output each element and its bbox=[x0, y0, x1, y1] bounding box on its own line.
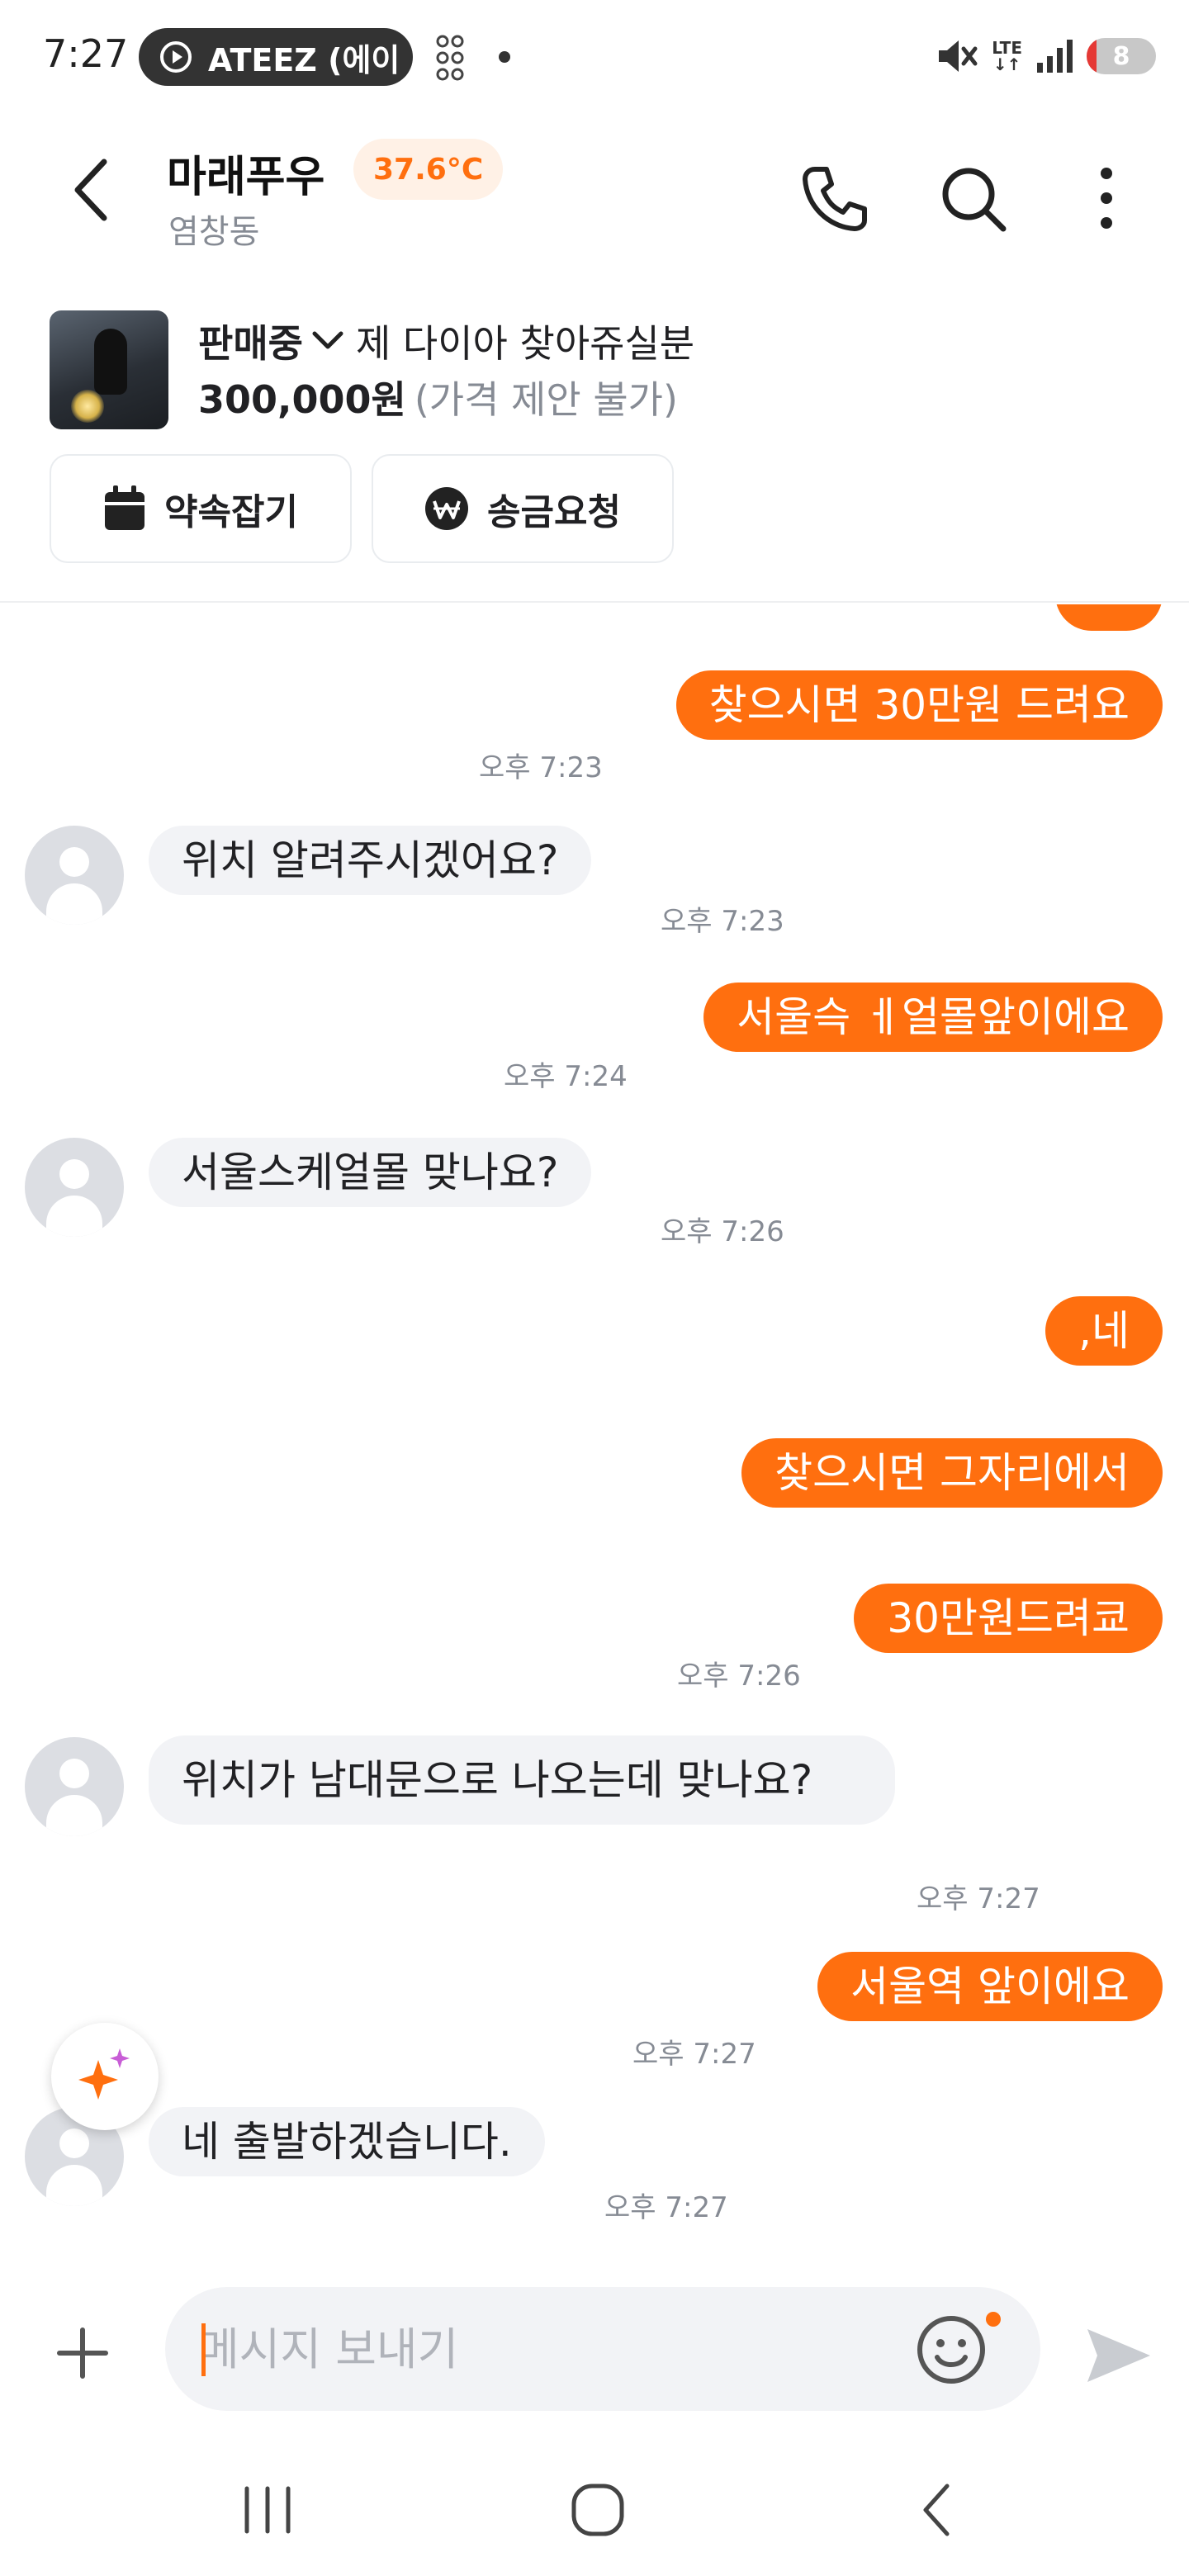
request-payment-button[interactable]: 송금요청 bbox=[372, 454, 674, 563]
more-notifications-dot bbox=[499, 51, 510, 63]
emoji-button[interactable] bbox=[912, 2310, 991, 2389]
message-time: 오후 7:26 bbox=[677, 1660, 801, 1693]
message-bubble-received[interactable]: 위치가 남대문으로 나오는데 맞나요? bbox=[149, 1735, 895, 1825]
send-icon bbox=[1087, 2329, 1150, 2382]
message-list[interactable]: 찾으시면 30만원 드려요 오후 7:23 위치 알려주시겠어요? 오후 7:2… bbox=[0, 604, 1189, 2256]
message-time: 오후 7:27 bbox=[604, 2191, 728, 2224]
send-button[interactable] bbox=[1073, 2310, 1164, 2401]
text-caret bbox=[201, 2323, 206, 2376]
message-time: 오후 7:23 bbox=[661, 905, 784, 938]
back-arrow-icon bbox=[923, 2484, 950, 2536]
message-bubble-sent[interactable]: 찾으시면 30만원 드려요 bbox=[675, 670, 1163, 740]
emoji-icon bbox=[917, 2316, 985, 2384]
more-options-button[interactable] bbox=[1065, 157, 1148, 239]
sparkle-icon bbox=[78, 2048, 130, 2100]
partner-location: 염창동 bbox=[168, 213, 260, 251]
request-payment-label: 송금요청 bbox=[487, 491, 621, 533]
message-input-bar bbox=[0, 2262, 1189, 2427]
recent-apps-button[interactable] bbox=[218, 2469, 317, 2551]
manner-temperature-badge[interactable]: 37.6°C bbox=[353, 139, 504, 200]
status-indicators: LTE ↓↑ 8 bbox=[936, 31, 1156, 81]
message-time: 오후 7:27 bbox=[917, 1882, 1040, 1915]
product-price-row: 300,000원 (가격 제안 불가) bbox=[198, 370, 678, 424]
message-bubble-sent[interactable]: 30만원드려쿄 bbox=[854, 1584, 1163, 1653]
nav-back-button[interactable] bbox=[887, 2469, 986, 2551]
won-icon bbox=[425, 487, 469, 530]
make-appointment-button[interactable]: 약속잡기 bbox=[50, 454, 352, 563]
plus-icon bbox=[57, 2327, 108, 2379]
partner-name: 마래푸우 bbox=[167, 153, 325, 202]
message-bubble-sent[interactable]: 서울슥 ㅔ얼몰앞이에요 bbox=[703, 983, 1163, 1052]
media-title: ATEEZ (에이 bbox=[208, 41, 400, 78]
price-note: (가격 제안 불가) bbox=[414, 377, 678, 422]
message-bubble-received[interactable]: 서울스케얼몰 맞나요? bbox=[149, 1138, 592, 1207]
partner-avatar[interactable] bbox=[25, 826, 124, 925]
back-button[interactable] bbox=[58, 157, 124, 223]
product-price: 300,000원 bbox=[198, 377, 406, 422]
message-bubble-received[interactable]: 네 출발하겠습니다. bbox=[149, 2107, 545, 2176]
search-button[interactable] bbox=[931, 157, 1014, 239]
make-appointment-label: 약속잡기 bbox=[164, 491, 298, 533]
chevron-down-icon[interactable] bbox=[311, 330, 344, 352]
system-navigation-bar bbox=[0, 2444, 1189, 2576]
message-bubble-sent[interactable]: 찾으시면 그자리에서 bbox=[741, 1438, 1163, 1508]
partner-avatar[interactable] bbox=[25, 1138, 124, 1237]
message-time: 오후 7:27 bbox=[632, 2038, 756, 2071]
message-input[interactable] bbox=[198, 2287, 892, 2411]
mute-icon bbox=[939, 40, 978, 72]
chat-header: 마래푸우 37.6°C 염창동 bbox=[0, 124, 1189, 272]
message-bubble-sent[interactable]: ,네 bbox=[1045, 1296, 1163, 1366]
new-badge-dot bbox=[986, 2312, 1001, 2327]
kebab-menu-icon bbox=[1101, 168, 1112, 229]
message-time: 오후 7:26 bbox=[661, 1215, 784, 1248]
search-icon bbox=[942, 168, 1007, 232]
product-thumbnail[interactable] bbox=[50, 310, 168, 429]
media-playing-chip[interactable]: ATEEZ (에이 bbox=[139, 28, 413, 86]
status-time: 7:27 bbox=[43, 31, 129, 76]
sale-status[interactable]: 판매중 bbox=[198, 314, 303, 368]
message-bubble-partial bbox=[1055, 604, 1163, 631]
phone-icon bbox=[803, 167, 867, 231]
network-type: LTE ↓↑ bbox=[992, 38, 1022, 74]
message-time: 오후 7:24 bbox=[504, 1060, 628, 1093]
call-button[interactable] bbox=[793, 157, 875, 239]
recent-apps-icon bbox=[244, 2486, 291, 2534]
calendar-icon bbox=[105, 485, 145, 530]
attach-button[interactable] bbox=[41, 2312, 124, 2394]
partner-avatar[interactable] bbox=[25, 1737, 124, 1836]
message-bubble-received[interactable]: 위치 알려주시겠어요? bbox=[149, 826, 592, 895]
product-title: 제 다이아 찾아쥬실분 bbox=[355, 321, 695, 366]
home-button[interactable] bbox=[548, 2469, 647, 2551]
message-time: 오후 7:23 bbox=[479, 751, 603, 784]
message-input-container[interactable] bbox=[165, 2287, 1040, 2411]
ai-assistant-button[interactable] bbox=[51, 2023, 159, 2130]
chevron-left-icon bbox=[74, 159, 107, 221]
play-icon bbox=[160, 41, 192, 73]
message-bubble-sent[interactable]: 서울역 앞이에요 bbox=[817, 1952, 1163, 2021]
battery-indicator: 8 bbox=[1087, 38, 1156, 74]
home-icon bbox=[571, 2484, 624, 2536]
status-bar: 7:27 ATEEZ (에이 LTE ↓↑ 8 bbox=[0, 0, 1189, 116]
app-notification-icon bbox=[436, 35, 464, 81]
product-card[interactable]: 판매중 제 다이아 찾아쥬실분 300,000원 (가격 제안 불가) 약속잡기 … bbox=[0, 305, 1189, 603]
signal-icon bbox=[1037, 40, 1073, 73]
product-status-row: 판매중 제 다이아 찾아쥬실분 bbox=[198, 314, 694, 368]
